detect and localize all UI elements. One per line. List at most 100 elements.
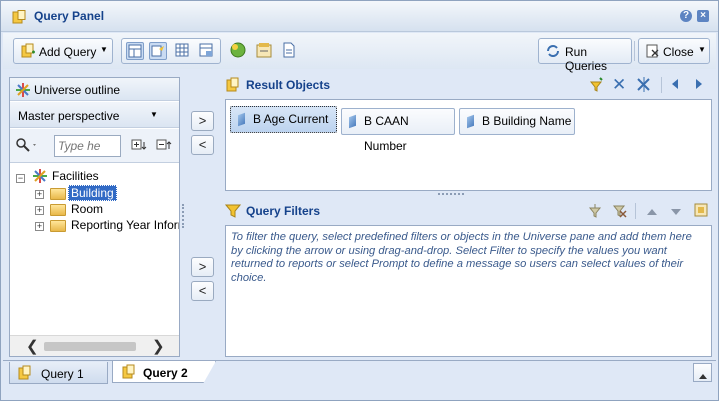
layout-panel-icon[interactable]	[126, 42, 144, 60]
result-object-label: B Building Name	[482, 114, 572, 128]
expand-reporting-year-icon[interactable]: +	[35, 222, 44, 231]
chevron-up-icon	[698, 369, 708, 383]
universe-outline-header: Universe outline	[10, 78, 179, 101]
query-filters-help-text: To filter the query, select predefined f…	[231, 231, 692, 284]
result-object-label: B Age Current	[253, 112, 329, 126]
result-objects-header: Result Objects ✕	[223, 73, 713, 97]
add-filter-button[interactable]: >	[191, 257, 214, 277]
query-tab-icon	[17, 365, 33, 384]
tree-item-reporting-year[interactable]: Reporting Year Inform	[71, 218, 179, 232]
collapse-facilities-icon[interactable]: −	[16, 174, 25, 183]
result-objects-area[interactable]: B Age Current B CAAN Number B Building N…	[225, 99, 712, 191]
filter-icon	[224, 203, 242, 222]
query-filters-title: Query Filters	[246, 204, 321, 218]
query-properties-icon[interactable]	[255, 41, 273, 62]
folder-icon	[50, 220, 66, 232]
dimension-icon	[467, 114, 474, 129]
query-filters-header: Query Filters	[223, 199, 713, 223]
folder-icon	[50, 188, 66, 200]
help-icon[interactable]: ?	[680, 10, 692, 22]
chevron-down-icon[interactable]: ▼	[100, 45, 108, 54]
scroll-left-icon[interactable]: ❮	[26, 337, 39, 355]
add-query-label: Add Query	[39, 45, 97, 59]
universe-outline-title: Universe outline	[34, 83, 121, 97]
tab-query-2[interactable]: Query 2	[112, 361, 216, 383]
result-objects-icon	[225, 77, 241, 96]
add-filter-icon[interactable]	[587, 203, 603, 222]
tree-item-facilities[interactable]: Facilities	[52, 169, 99, 183]
grid-view-icon[interactable]	[174, 42, 192, 60]
search-bar	[10, 129, 179, 163]
expand-all-icon[interactable]	[131, 139, 149, 154]
filter-panel-options-icon[interactable]	[694, 203, 708, 220]
chevron-down-icon[interactable]: ▼	[150, 110, 158, 119]
move-up-icon[interactable]	[646, 206, 658, 220]
add-query-icon	[20, 43, 36, 62]
result-objects-title: Result Objects	[246, 78, 331, 92]
run-queries-button[interactable]: Run Queries	[538, 38, 632, 73]
scroll-right-icon[interactable]: ❯	[152, 337, 165, 355]
expand-building-icon[interactable]: +	[35, 190, 44, 199]
add-query-button[interactable]: Add Query ▼	[13, 38, 113, 64]
tab-scroll-button[interactable]	[693, 363, 712, 382]
result-object-chip[interactable]: B Age Current	[230, 106, 337, 133]
perspective-select[interactable]: Master perspective ▼	[10, 102, 179, 128]
remove-all-icon[interactable]	[635, 76, 653, 96]
tree-item-building[interactable]: Building	[68, 185, 117, 201]
run-queries-icon	[545, 43, 561, 62]
tab-query-1-label: Query 1	[41, 367, 84, 381]
tab-query-2-label: Query 2	[143, 366, 188, 380]
header-divider	[661, 77, 662, 93]
data-preview-icon[interactable]	[198, 42, 216, 60]
query-tab-strip: Query 1 Query 2	[3, 360, 716, 384]
close-query-icon	[645, 43, 661, 62]
view-script-icon[interactable]	[282, 42, 296, 61]
refresh-universe-icon[interactable]	[229, 41, 247, 62]
close-button[interactable]: Close ▼	[638, 38, 710, 64]
horizontal-splitter[interactable]	[438, 193, 464, 195]
filter-view-icon[interactable]	[149, 42, 167, 60]
universe-root-icon	[32, 168, 48, 187]
query-panel-window: Query Panel ? × Add Query ▼ Run Queries …	[0, 0, 719, 401]
header-divider	[635, 203, 636, 219]
result-object-chip[interactable]: B Building Name	[459, 108, 575, 135]
result-object-label: B CAAN Number	[364, 114, 409, 153]
collapse-all-icon[interactable]	[156, 139, 174, 154]
dimension-icon	[349, 114, 356, 129]
filter-options-icon[interactable]	[15, 137, 39, 156]
folder-icon	[50, 204, 66, 216]
close-label: Close	[663, 45, 694, 59]
vertical-splitter[interactable]	[182, 204, 184, 228]
tab-query-1[interactable]: Query 1	[9, 362, 108, 384]
expand-room-icon[interactable]: +	[35, 206, 44, 215]
move-right-icon[interactable]	[694, 78, 704, 93]
main-toolbar: Add Query ▼ Run Queries Close ▼	[3, 33, 716, 73]
view-toggle-group	[121, 38, 221, 64]
universe-outline-panel: Universe outline Master perspective ▼ − …	[9, 77, 180, 357]
query-filters-area[interactable]: To filter the query, select predefined f…	[225, 225, 712, 357]
query-tab-icon	[121, 364, 137, 383]
remove-filter-button[interactable]: <	[191, 281, 214, 301]
run-queries-label: Run Queries	[565, 45, 608, 73]
title-bar: Query Panel ? ×	[1, 1, 718, 32]
tree-item-room[interactable]: Room	[71, 202, 103, 216]
dimension-icon	[238, 112, 245, 127]
universe-icon	[15, 82, 31, 101]
sort-icon[interactable]	[588, 77, 604, 96]
search-input[interactable]	[54, 135, 121, 157]
move-left-icon[interactable]	[670, 78, 680, 93]
perspective-value: Master perspective	[18, 109, 120, 123]
remove-icon[interactable]: ✕	[612, 75, 626, 95]
move-down-icon[interactable]	[670, 206, 682, 220]
result-object-chip[interactable]: B CAAN Number	[341, 108, 455, 153]
add-result-object-button[interactable]: >	[191, 111, 214, 131]
close-window-icon[interactable]: ×	[697, 10, 709, 22]
query-panel-icon	[12, 10, 26, 24]
universe-tree: − Facilities + Building + Room + Reporti…	[10, 164, 179, 334]
toolbar-divider	[634, 41, 635, 61]
remove-result-object-button[interactable]: <	[191, 135, 214, 155]
remove-filter-icon[interactable]	[611, 203, 629, 222]
horizontal-scrollbar[interactable]: ❮ ❯	[10, 335, 179, 356]
chevron-down-icon[interactable]: ▼	[698, 45, 706, 54]
scrollbar-thumb[interactable]	[44, 342, 136, 351]
